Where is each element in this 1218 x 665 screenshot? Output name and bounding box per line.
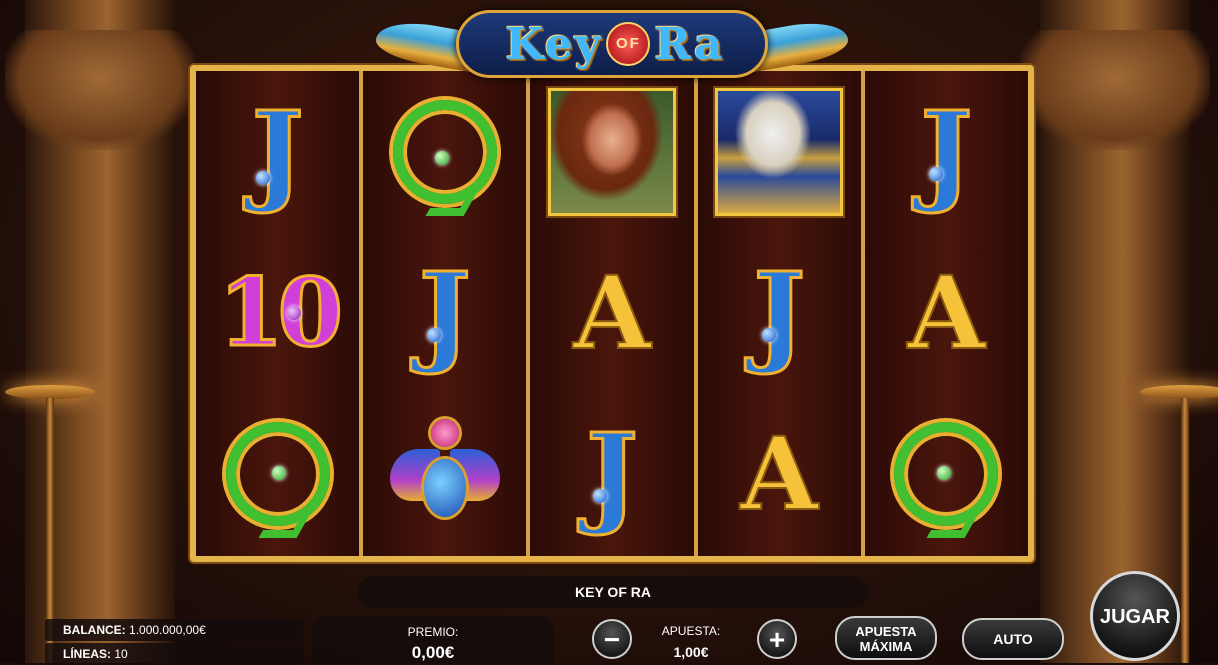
increase-bet-button[interactable]: + xyxy=(757,619,797,659)
symbol-cell: A xyxy=(698,393,861,554)
symbol-cell: A xyxy=(530,232,693,393)
gem-icon xyxy=(936,466,951,480)
symbol-cell xyxy=(698,71,861,232)
logo-ra: Ra xyxy=(654,19,725,70)
gem-icon xyxy=(761,328,776,342)
symbol-cell: A xyxy=(865,232,1028,393)
spin-button[interactable]: JUGAR xyxy=(1090,571,1180,661)
reel-3: A J xyxy=(530,71,698,556)
symbol-cell xyxy=(196,393,359,554)
left-pillar-capital xyxy=(5,30,195,150)
horus-falcon-portrait xyxy=(715,87,844,216)
apuesta-label: APUESTA: xyxy=(661,624,721,638)
symbol-cell xyxy=(363,393,526,554)
gem-icon xyxy=(287,306,301,320)
symbol-j: J xyxy=(752,247,807,377)
symbol-cell xyxy=(363,71,526,232)
game-logo: Key OF Ra xyxy=(376,6,848,82)
symbol-j: J xyxy=(417,247,472,377)
gem-icon xyxy=(256,171,270,185)
lines-label: LÍNEAS: xyxy=(63,647,111,661)
apuesta-value: 1,00€ xyxy=(673,644,709,660)
reel-1: J 10 xyxy=(196,71,364,556)
auto-play-button[interactable]: AUTO xyxy=(962,618,1064,660)
symbol-cell xyxy=(530,71,693,232)
max-bet-button[interactable]: APUESTA MÁXIMA xyxy=(835,616,937,660)
right-lamp-stem xyxy=(1181,398,1189,663)
left-lamp xyxy=(5,385,95,399)
logo-of-badge: OF xyxy=(606,21,651,66)
symbol-cell: J xyxy=(196,71,359,232)
balance-label: BALANCE: xyxy=(63,623,126,637)
right-pillar xyxy=(1020,0,1210,663)
win-display: PREMIO: 0,00€ xyxy=(312,616,554,663)
lines-value: 10 xyxy=(114,647,128,661)
premio-value: 0,00€ xyxy=(411,643,455,662)
adventurer-woman-portrait xyxy=(548,87,676,216)
sun-disc xyxy=(430,418,459,447)
symbol-j: J xyxy=(919,86,974,216)
max-bet-line2: MÁXIMA xyxy=(859,639,913,654)
decrease-bet-button[interactable]: − xyxy=(592,619,632,659)
symbol-j: J xyxy=(250,86,305,216)
reel-5: J A xyxy=(864,71,1029,556)
reel-4: J A xyxy=(697,71,865,556)
max-bet-line1: APUESTA xyxy=(855,624,917,639)
symbol-a: A xyxy=(907,253,987,372)
logo-text: Key OF Ra xyxy=(459,19,771,70)
symbol-cell xyxy=(865,393,1028,554)
scarab-icon xyxy=(389,418,500,529)
gem-icon xyxy=(928,167,943,181)
reels: J 10 J A J J A J A xyxy=(196,71,1029,556)
lines-box: LÍNEAS: 10 xyxy=(45,643,303,665)
symbol-a: A xyxy=(739,414,819,533)
symbol-cell: 10 xyxy=(196,232,359,393)
logo-key: Key xyxy=(505,19,603,70)
right-pillar-capital xyxy=(1020,30,1210,150)
symbol-a: A xyxy=(572,253,652,372)
balance-value: 1.000.000,00€ xyxy=(129,623,206,637)
symbol-j: J xyxy=(584,408,639,538)
reels-frame: J 10 J A J J A J A xyxy=(190,65,1034,562)
reel-2: J xyxy=(363,71,531,556)
gem-icon xyxy=(272,466,286,480)
bet-control: − APUESTA: 1,00€ + xyxy=(580,612,802,663)
symbol-cell: J xyxy=(363,232,526,393)
symbol-cell: J xyxy=(698,232,861,393)
game-title-bar: KEY OF RA xyxy=(358,576,868,608)
balance-box: BALANCE: 1.000.000,00€ xyxy=(45,619,303,641)
scarab-body xyxy=(423,458,466,517)
premio-label: PREMIO: xyxy=(407,625,459,639)
symbol-cell: J xyxy=(530,393,693,554)
symbol-10: 10 xyxy=(217,257,345,368)
symbol-cell: J xyxy=(865,71,1028,232)
logo-plate: Key OF Ra xyxy=(456,10,768,78)
